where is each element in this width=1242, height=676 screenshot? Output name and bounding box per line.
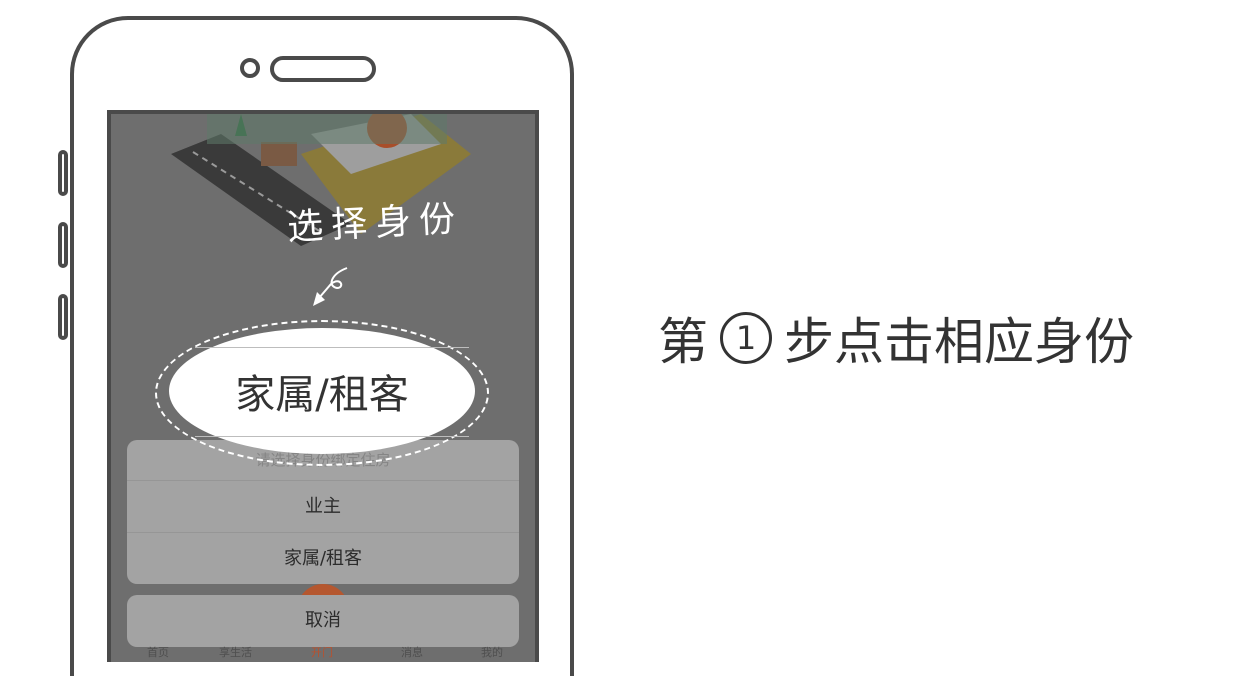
divider: [195, 347, 469, 348]
option-family-tenant-button[interactable]: 家属/租客: [127, 533, 519, 584]
tab-life[interactable]: 享生活: [219, 644, 252, 660]
phone-camera-icon: [240, 58, 260, 78]
step-number-circle: 1: [720, 312, 772, 364]
hand-drawn-arrow-icon: [313, 267, 348, 306]
step-number: 1: [735, 319, 757, 357]
caption-prefix: 第: [658, 313, 708, 371]
cancel-button[interactable]: 取消: [127, 595, 519, 647]
tab-bar: 首页 享生活 开门 消息 我的: [111, 642, 535, 662]
phone-power-button: [58, 294, 68, 340]
highlight-label: 家属/租客: [235, 372, 409, 418]
tab-home[interactable]: 首页: [147, 644, 169, 660]
caption-text: 步点击相应身份: [784, 313, 1134, 371]
tab-open-door[interactable]: 开门: [311, 644, 333, 660]
tab-messages[interactable]: 消息: [401, 644, 423, 660]
option-owner-button[interactable]: 业主: [127, 481, 519, 533]
phone-volume-button: [58, 150, 68, 196]
handwritten-title: 选择身份: [286, 198, 465, 249]
house-shape: [261, 142, 297, 166]
divider: [195, 436, 469, 437]
phone-volume-button: [58, 222, 68, 268]
tab-mine[interactable]: 我的: [481, 644, 503, 660]
phone-speaker-icon: [270, 56, 376, 82]
instruction-caption: 第 1 步点击相应身份: [658, 306, 1134, 371]
